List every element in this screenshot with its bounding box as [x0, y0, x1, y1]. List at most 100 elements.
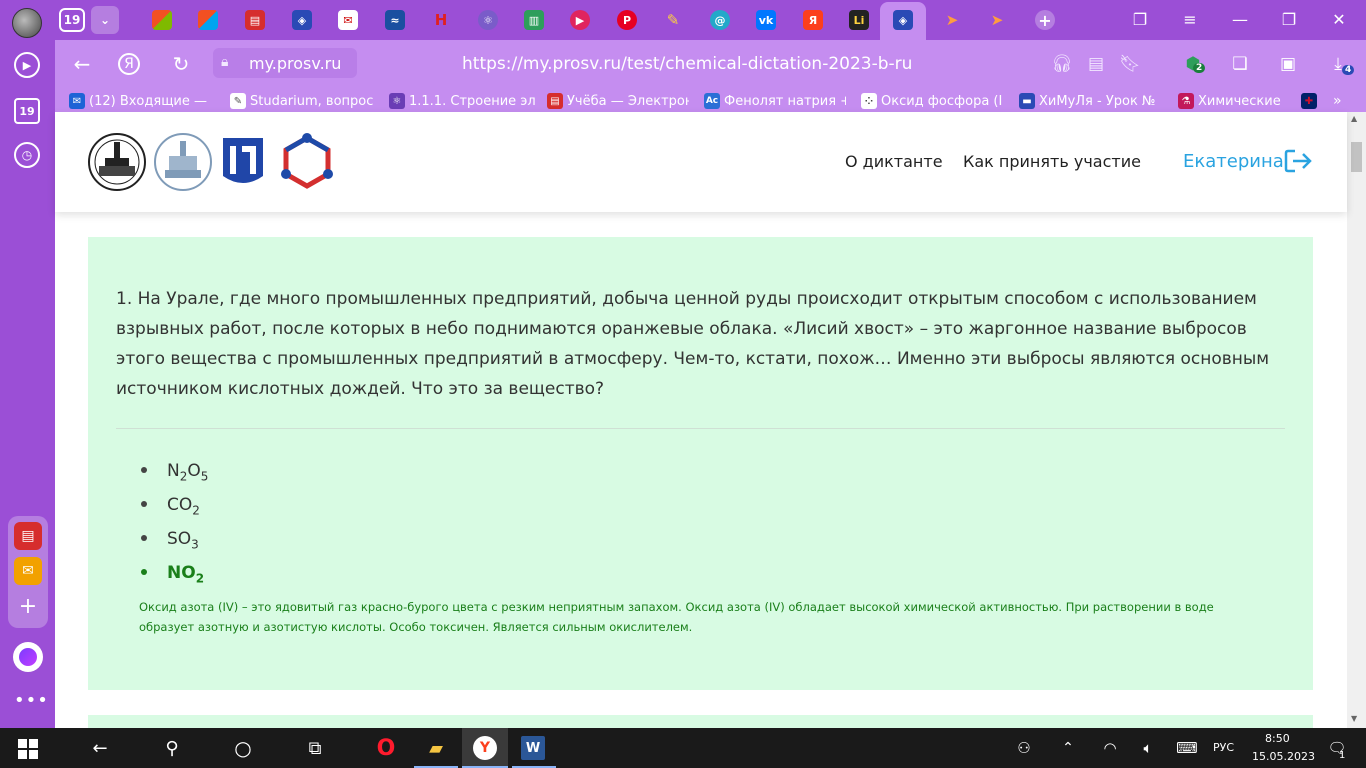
bookmark-item-himulya[interactable]: ▬ ХиМуЛя - Урок №: [1019, 92, 1167, 110]
bookmark-item-study[interactable]: ▤ Учёба — Электрон: [547, 92, 689, 110]
headphones-icon[interactable]: 🎧︎: [1051, 54, 1073, 74]
tab-favicon-pinterest-icon[interactable]: P: [617, 10, 637, 30]
dots-icon: ⁘: [861, 93, 877, 109]
bookmark-item-uk-flag[interactable]: ✚: [1301, 92, 1323, 110]
word-icon[interactable]: W: [521, 736, 545, 760]
screenshot-extension-icon[interactable]: ▣: [1277, 54, 1299, 74]
yandex-browser-icon[interactable]: Y: [473, 736, 497, 760]
nav-how-to-participate[interactable]: Как принять участие: [963, 152, 1141, 171]
task-view-icon[interactable]: ⧉: [303, 736, 327, 760]
reload-icon[interactable]: ↻: [169, 52, 193, 76]
tab-favicon-yandex-icon[interactable]: Я: [803, 10, 823, 30]
tab-favicon-swirl-icon[interactable]: @: [710, 10, 730, 30]
reader-mode-icon[interactable]: ▤: [1085, 54, 1107, 74]
scroll-up-icon[interactable]: ▲: [1351, 114, 1357, 123]
chemistry-faculty-logo[interactable]: [153, 132, 213, 192]
tab-favicon-video-icon[interactable]: ▶: [570, 10, 590, 30]
clock-time[interactable]: 8:50: [1265, 732, 1290, 745]
tab-favicon-microsoft-icon[interactable]: [152, 10, 172, 30]
logout-arrow-icon[interactable]: [1283, 148, 1313, 174]
page-scrollbar[interactable]: ▲ ▼: [1347, 112, 1366, 730]
bookmark-item-phenolate[interactable]: Ac Фенолят натрия +: [704, 92, 846, 110]
play-icon[interactable]: ▶: [14, 52, 40, 78]
bookmarks-overflow-icon[interactable]: »: [1333, 92, 1351, 110]
wifi-icon[interactable]: ◠: [1098, 736, 1122, 760]
new-tab-plus-icon[interactable]: +: [1035, 10, 1055, 30]
tabs-dropdown-icon[interactable]: ⌄: [91, 6, 119, 34]
input-language[interactable]: РУС: [1213, 741, 1234, 754]
windows-start-icon[interactable]: [18, 739, 38, 759]
more-dots-icon[interactable]: •••: [14, 690, 49, 711]
translate-icon[interactable]: ❏: [1229, 54, 1251, 74]
profile-avatar[interactable]: [12, 8, 42, 38]
msu-logo[interactable]: [87, 132, 147, 192]
keyboard-icon[interactable]: ⌨: [1175, 736, 1199, 760]
tab-favicon-plane2-icon[interactable]: ➤: [987, 10, 1007, 30]
tray-chevron-icon[interactable]: ⌃: [1056, 736, 1080, 760]
scroll-thumb[interactable]: [1351, 142, 1362, 172]
file-explorer-icon[interactable]: ▰: [424, 736, 448, 760]
formula-part: NO: [167, 563, 196, 583]
scroll-down-icon[interactable]: ▼: [1351, 714, 1357, 723]
url-domain-box[interactable]: 🔒︎ my.prosv.ru: [213, 48, 357, 78]
tab-favicon-plane-icon[interactable]: ➤: [942, 10, 962, 30]
taskbar-search-icon[interactable]: ⚲: [160, 736, 184, 760]
notification-center-icon[interactable]: 🗨︎: [1325, 736, 1349, 760]
tab-favicon-pen-icon[interactable]: ✎: [663, 10, 683, 30]
volume-icon[interactable]: 🔈︎: [1136, 736, 1160, 760]
collections-icon[interactable]: ❐: [1130, 10, 1150, 29]
formula-part: SO: [167, 529, 192, 549]
answer-list: N2O5 CO2 SO3 NO2: [138, 459, 208, 595]
restore-window-icon[interactable]: ❐: [1279, 10, 1299, 29]
tab-favicon-vk-icon[interactable]: vk: [756, 10, 776, 30]
bookmark-item-phosphorus-oxide[interactable]: ⁘ Оксид фосфора (I: [861, 92, 1007, 110]
people-icon[interactable]: ⚇: [1012, 736, 1036, 760]
add-app-icon[interactable]: +: [14, 592, 42, 620]
mail-icon: ✉: [69, 93, 85, 109]
active-tab[interactable]: ◈: [880, 2, 926, 40]
windows-taskbar: ← ⚲ ○ ⧉ O ▰ Y W ⚇ ⌃ ◠ 🔈︎ ⌨ РУС 8:50 15.0…: [0, 728, 1366, 768]
tab-favicon-wave-icon[interactable]: ≈: [385, 10, 405, 30]
url-domain: my.prosv.ru: [249, 54, 342, 73]
taskbar-back-icon[interactable]: ←: [88, 736, 112, 760]
bookmarks-bar: ✉ (12) Входящие — ✎ Studarium, вопрос ⚛ …: [55, 88, 1366, 112]
formula-part: CO: [167, 495, 193, 515]
back-arrow-icon[interactable]: ←: [70, 52, 94, 76]
bookmark-item-studarium[interactable]: ✎ Studarium, вопрос: [230, 92, 380, 110]
page-content: 1. На Урале, где много промышленных пред…: [55, 212, 1347, 730]
mail-app-icon[interactable]: ✉: [14, 557, 42, 585]
cortana-circle-icon[interactable]: ○: [231, 736, 255, 760]
molecule-hexagon-logo[interactable]: [277, 132, 337, 192]
tab-counter-icon[interactable]: 19: [14, 98, 40, 124]
formula-part: O: [187, 461, 201, 481]
history-clock-icon[interactable]: ◷: [14, 142, 40, 168]
bookmark-item-mail[interactable]: ✉ (12) Входящие —: [69, 92, 219, 110]
active-tab-prosv-icon: ◈: [893, 10, 913, 30]
tab-favicon-prosv-icon[interactable]: ◈: [292, 10, 312, 30]
clock-date[interactable]: 15.05.2023: [1252, 750, 1315, 763]
tab-favicon-office-icon[interactable]: [198, 10, 218, 30]
notes-app-icon[interactable]: ▤: [14, 522, 42, 550]
tab-favicon-h-icon[interactable]: H: [431, 10, 451, 30]
minimize-icon[interactable]: —: [1230, 10, 1250, 29]
notification-count: 1: [1339, 750, 1346, 761]
bookmark-item-chemical[interactable]: ⚗ Химические: [1178, 92, 1288, 110]
prosveshchenie-logo[interactable]: [220, 132, 266, 192]
tab-favicon-li-icon[interactable]: Li: [849, 10, 869, 30]
menu-hamburger-icon[interactable]: ≡: [1180, 10, 1200, 29]
tab-favicon-atom-icon[interactable]: ⚛: [478, 10, 498, 30]
tab-count-button[interactable]: 19: [59, 8, 85, 32]
url-full-text[interactable]: https://my.prosv.ru/test/chemical-dictat…: [462, 54, 912, 74]
opera-icon[interactable]: O: [374, 736, 398, 761]
nav-about-dictation[interactable]: О диктанте: [845, 152, 943, 171]
close-window-icon[interactable]: ✕: [1329, 10, 1349, 29]
tab-favicon-envelope-icon[interactable]: ✉: [338, 10, 358, 30]
tab-favicon-book-icon[interactable]: ▥: [524, 10, 544, 30]
yandex-home-icon[interactable]: Я: [118, 53, 140, 75]
extension-badge: 2: [1193, 63, 1206, 73]
bookmark-icon[interactable]: 🔖︎: [1119, 54, 1141, 74]
alice-assistant-icon[interactable]: [13, 642, 43, 672]
user-name-link[interactable]: Екатерина: [1183, 151, 1284, 172]
tab-favicon-document-icon[interactable]: ▤: [245, 10, 265, 30]
bookmark-item-atom-structure[interactable]: ⚛ 1.1.1. Строение эл: [389, 92, 539, 110]
